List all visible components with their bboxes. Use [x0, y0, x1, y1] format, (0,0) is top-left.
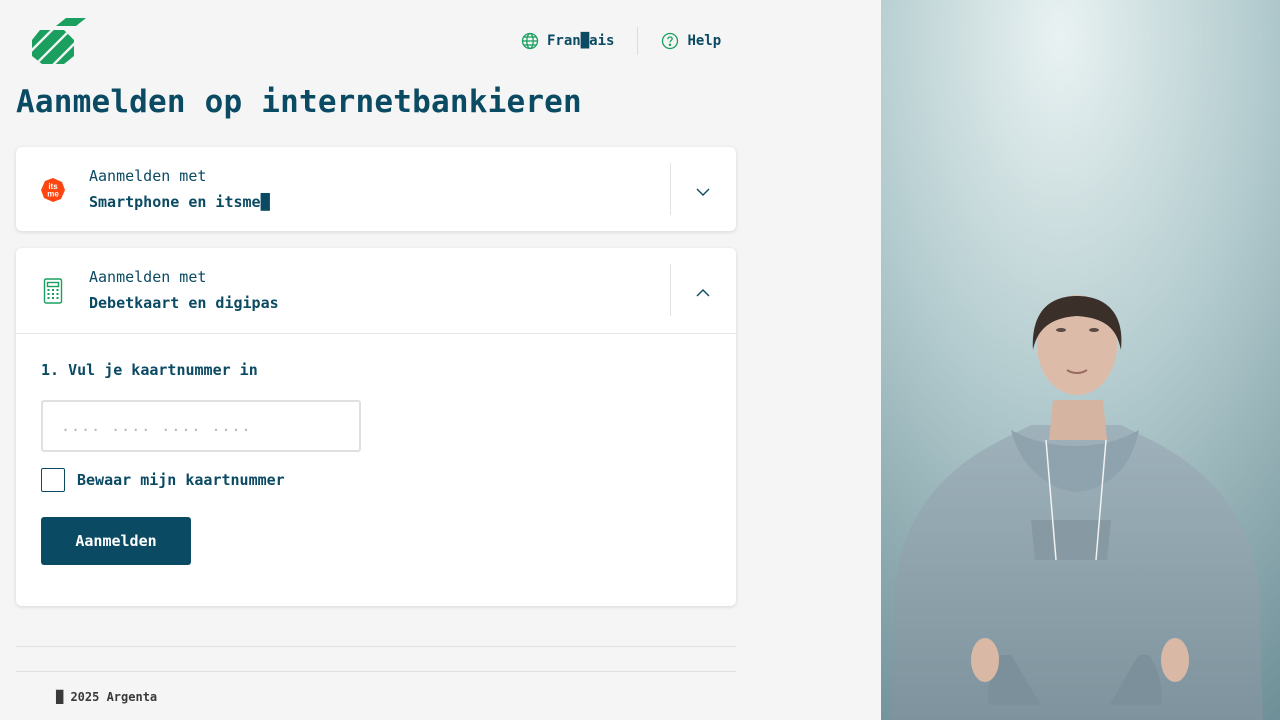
step-label: 1. Vul je kaartnummer in: [41, 361, 258, 379]
language-switch[interactable]: Fran█ais: [521, 32, 614, 50]
footer-divider: [16, 671, 736, 672]
svg-text:me: me: [47, 190, 59, 199]
login-option-caption: Aanmelden met: [89, 167, 207, 185]
card-number-form: 1. Vul je kaartnummer in Bewaar mijn kaa…: [16, 333, 736, 606]
footer-divider: [16, 646, 736, 647]
argenta-logo[interactable]: [30, 16, 88, 66]
globe-icon: [521, 32, 539, 50]
question-circle-icon: [661, 32, 679, 50]
card-number-input[interactable]: [41, 400, 361, 452]
remember-card-number[interactable]: Bewaar mijn kaartnummer: [41, 468, 285, 492]
itsme-icon: its me: [40, 177, 66, 203]
card-divider: [670, 264, 671, 316]
login-option-method: Debetkaart en digipas: [89, 294, 279, 312]
remember-checkbox[interactable]: [41, 468, 65, 492]
login-option-card-digipas-header[interactable]: Aanmelden met Debetkaart en digipas: [16, 248, 736, 332]
chevron-up-icon[interactable]: [695, 284, 711, 297]
login-option-caption: Aanmelden met: [89, 268, 207, 286]
language-label: Fran█ais: [547, 33, 615, 49]
login-option-card-digipas: Aanmelden met Debetkaart en digipas 1. V…: [16, 248, 736, 606]
copyright: █ 2025 Argenta: [56, 690, 158, 704]
login-button[interactable]: Aanmelden: [41, 517, 191, 565]
remember-label: Bewaar mijn kaartnummer: [77, 471, 285, 489]
login-option-itsme: its me Aanmelden met Smartphone en itsme…: [16, 147, 736, 231]
login-option-method: Smartphone en itsme█: [89, 193, 270, 211]
top-navigation: Fran█ais Help: [521, 27, 721, 55]
page-title: Aanmelden op internetbankieren: [16, 84, 582, 120]
nav-divider: [637, 27, 639, 55]
login-panel: Fran█ais Help Aanmelden op internetbanki…: [0, 0, 881, 720]
card-divider: [670, 163, 671, 215]
login-option-itsme-header[interactable]: its me Aanmelden met Smartphone en itsme…: [16, 147, 736, 231]
help-label: Help: [687, 33, 722, 49]
help-link[interactable]: Help: [661, 32, 721, 50]
chevron-down-icon[interactable]: [695, 183, 711, 196]
hero-photo: [881, 0, 1280, 720]
calculator-icon: [40, 278, 66, 304]
